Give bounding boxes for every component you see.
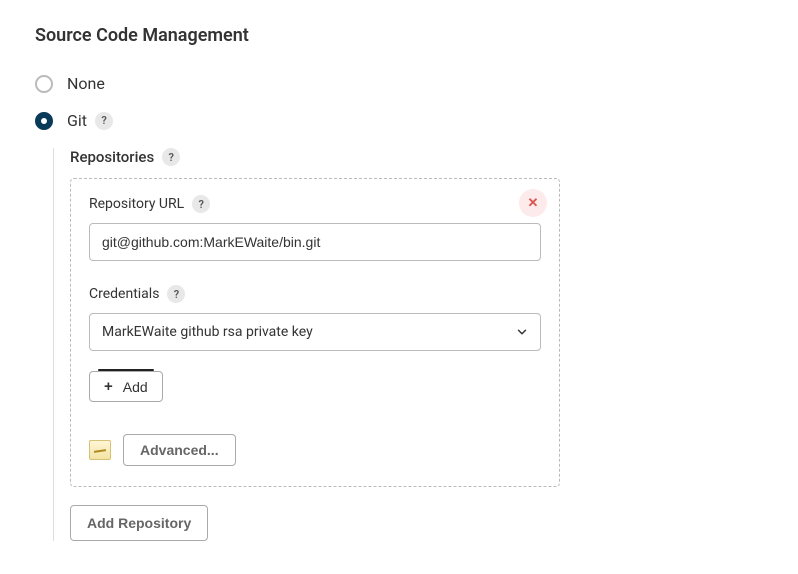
help-icon[interactable]: ?	[95, 112, 113, 130]
radio-label-none: None	[67, 74, 105, 93]
credentials-label-row: Credentials ?	[89, 285, 541, 303]
scm-option-none[interactable]: None	[35, 74, 763, 93]
git-config-area: Repositories ? ✕ Repository URL ? Creden…	[53, 148, 763, 541]
radio-unchecked-icon	[35, 75, 53, 93]
add-credentials-button[interactable]: + Add	[89, 371, 163, 402]
gear-icon	[89, 440, 111, 460]
advanced-button[interactable]: Advanced...	[123, 434, 236, 466]
credentials-label: Credentials	[89, 286, 159, 302]
repo-url-input[interactable]	[89, 223, 541, 261]
repositories-label: Repositories	[70, 148, 154, 166]
help-icon[interactable]: ?	[192, 195, 210, 213]
credentials-select[interactable]: MarkEWaite github rsa private key	[89, 313, 541, 351]
advanced-row: Advanced...	[89, 434, 541, 466]
add-button-label: Add	[123, 379, 148, 395]
radio-label-git: Git	[67, 111, 87, 130]
repo-url-label: Repository URL	[89, 196, 184, 212]
repo-url-label-row: Repository URL ?	[89, 195, 541, 213]
radio-checked-icon	[35, 112, 53, 130]
scm-option-git[interactable]: Git ?	[35, 111, 763, 130]
help-icon[interactable]: ?	[162, 148, 180, 166]
credentials-selected-value: MarkEWaite github rsa private key	[102, 324, 313, 340]
help-icon[interactable]: ?	[167, 285, 185, 303]
plus-icon: +	[104, 378, 113, 395]
section-title: Source Code Management	[35, 25, 763, 46]
close-icon[interactable]: ✕	[519, 189, 547, 217]
repository-panel: ✕ Repository URL ? Credentials ? MarkEWa…	[70, 178, 560, 487]
add-repository-button[interactable]: Add Repository	[70, 505, 208, 541]
repositories-header: Repositories ?	[70, 148, 763, 166]
